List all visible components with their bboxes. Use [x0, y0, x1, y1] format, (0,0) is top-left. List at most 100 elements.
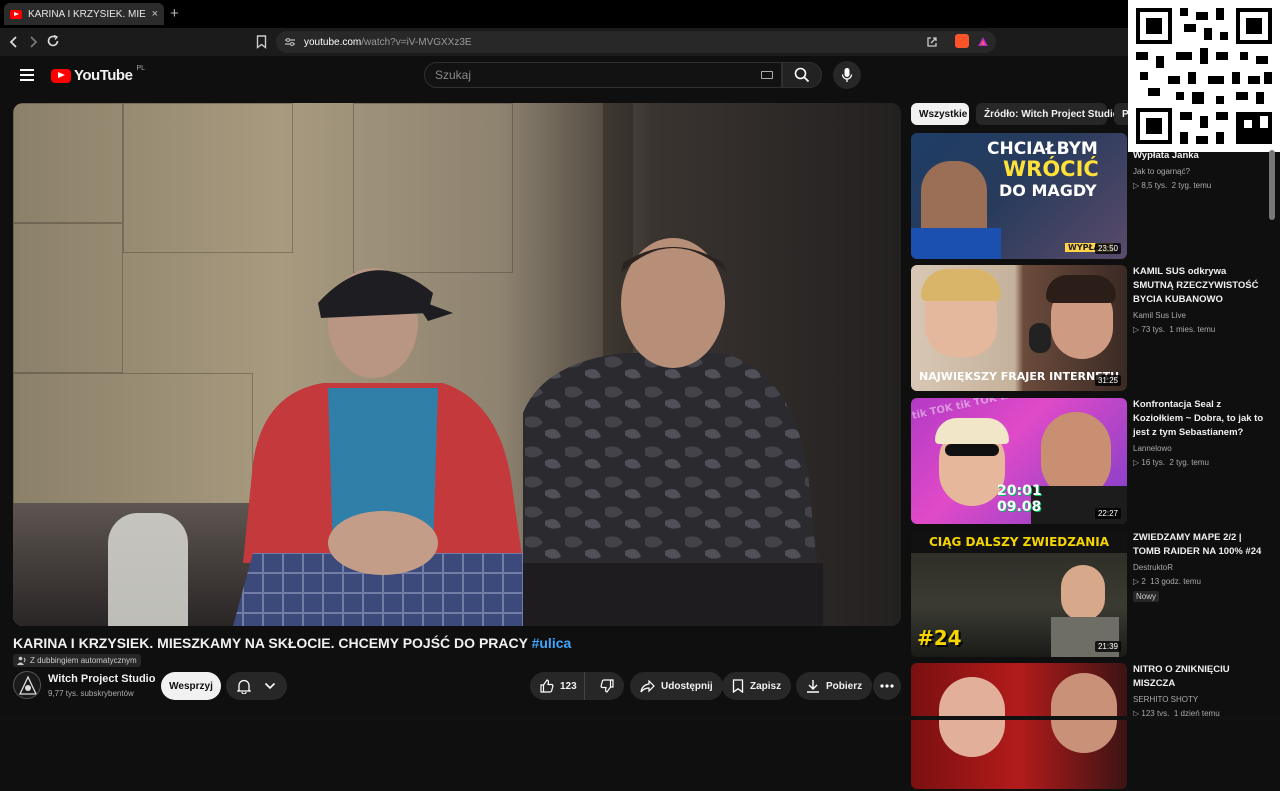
recommendation-title[interactable]: KAMIL SUS odkrywa SMUTNĄ RZECZYWISTOŚĆ B…: [1133, 265, 1265, 307]
duration-badge: 31:25: [1094, 375, 1121, 386]
video-thumbnail[interactable]: [911, 663, 1127, 789]
dubbing-badge[interactable]: Z dubbingiem automatycznym: [13, 654, 141, 667]
chevron-down-icon: [264, 682, 276, 690]
thumbs-up-icon: [540, 679, 554, 693]
download-label: Pobierz: [826, 680, 863, 692]
tab-close-icon[interactable]: ×: [152, 8, 158, 20]
more-actions-button[interactable]: [873, 672, 901, 700]
recommendation-item[interactable]: CIĄG DALSZY ZWIEDZANIA #24 21:39 ZWIEDZA…: [911, 531, 1271, 659]
like-count: 123: [560, 680, 577, 692]
back-icon[interactable]: [8, 35, 20, 49]
recommendation-title[interactable]: ZWIEDZAMY MAPE 2/2 | TOMB RAIDER NA 100%…: [1133, 531, 1265, 559]
search-input[interactable]: Szukaj: [424, 62, 782, 88]
bookmark-icon[interactable]: [256, 35, 267, 49]
recommendation-channel[interactable]: Jak to ogarnąć?: [1133, 167, 1265, 176]
open-external-icon[interactable]: [926, 36, 938, 48]
wall-tile: [123, 103, 293, 253]
recommendation-item[interactable]: NITRO O ZNIKNIĘCIU MISZCZA SERHITO SHOTY…: [911, 663, 1271, 791]
bell-icon: [237, 679, 251, 694]
voice-search-button[interactable]: [833, 61, 861, 89]
like-button[interactable]: 123: [530, 672, 585, 700]
brave-rewards-icon[interactable]: [977, 36, 989, 47]
youtube-play-icon: [51, 68, 71, 83]
recommendation-item[interactable]: CHCIAŁBYM WRÓCIĆ DO MAGDY WYPŁATA 23:50 …: [911, 133, 1271, 261]
new-badge: Nowy: [1133, 591, 1160, 602]
youtube-logo[interactable]: YouTube PL: [51, 65, 145, 84]
forward-icon[interactable]: [27, 35, 39, 49]
recommendation-meta: NITRO O ZNIKNIĘCIU MISZCZA SERHITO SHOTY…: [1133, 663, 1265, 718]
thumb-hair: [921, 269, 1001, 301]
more-icon: [880, 684, 894, 688]
share-icon: [640, 679, 655, 692]
recommendation-channel[interactable]: DestruktoR: [1133, 563, 1265, 572]
plastic-bag: [108, 513, 188, 626]
dubbing-label: Z dubbingiem automatycznym: [30, 656, 137, 665]
subscriber-count: 9,77 tys. subskrybentów: [48, 689, 134, 698]
browser-tab[interactable]: KARINA I KRZYSIEK. MIESZKAMY NA ×: [4, 3, 164, 25]
view-count: 8,5 tys.: [1141, 181, 1168, 190]
dislike-button[interactable]: [591, 672, 624, 700]
wall-tile: [353, 103, 513, 273]
site-info-icon[interactable]: [284, 37, 296, 47]
woman-figure: [233, 268, 533, 626]
recommendation-title[interactable]: NITRO O ZNIKNIĘCIU MISZCZA: [1133, 663, 1265, 691]
address-bar[interactable]: youtube.com/watch?v=iV-MVGXXz3E: [276, 31, 996, 53]
channel-name[interactable]: Witch Project Studio: [48, 673, 155, 685]
chip-source[interactable]: Źródło: Witch Project Studio: [976, 103, 1119, 125]
mic-icon: [841, 68, 853, 82]
video-thumbnail[interactable]: tik TOK tik TOK tik 20:01 09.08 22:27: [911, 398, 1127, 524]
recommendation-title[interactable]: Konfrontacja Seal z Koziołkiem ~ Dobra, …: [1133, 398, 1265, 440]
thumb-number: #24: [917, 626, 962, 650]
save-button[interactable]: Zapisz: [722, 672, 792, 700]
thumb-face: [1061, 565, 1105, 621]
share-button[interactable]: Udostępnij: [630, 672, 723, 700]
recommendation-item[interactable]: tik TOK tik TOK tik 20:01 09.08 22:27 Ko…: [911, 398, 1271, 526]
qr-code: [1128, 0, 1280, 152]
video-thumbnail[interactable]: CIĄG DALSZY ZWIEDZANIA #24 21:39: [911, 531, 1127, 657]
video-thumbnail[interactable]: CHCIAŁBYM WRÓCIĆ DO MAGDY WYPŁATA 23:50: [911, 133, 1127, 259]
wall-tile: [13, 373, 253, 513]
new-tab-button[interactable]: +: [170, 5, 179, 22]
video-thumbnail[interactable]: NAJWIĘKSZY FRAJER INTERNETU 31:25: [911, 265, 1127, 391]
country-code: PL: [136, 65, 145, 72]
video-player[interactable]: [13, 103, 901, 626]
search-button[interactable]: [782, 62, 822, 88]
recommendation-item[interactable]: NAJWIĘKSZY FRAJER INTERNETU 31:25 KAMIL …: [911, 265, 1271, 393]
hashtag-link[interactable]: #ulica: [532, 635, 572, 651]
thumb-text-line: DO MAGDY: [999, 181, 1097, 200]
recommendation-channel[interactable]: Kamil Sus Live: [1133, 311, 1265, 320]
notification-button[interactable]: [226, 672, 287, 700]
thumb-hair: [935, 418, 1009, 444]
reload-icon[interactable]: [46, 34, 60, 48]
recommendation-stats: ▷ 73 tys. 1 mies. temu: [1133, 325, 1216, 334]
recommendation-channel[interactable]: Lannelowo: [1133, 444, 1265, 453]
view-count: 73 tys.: [1141, 325, 1165, 334]
duration-badge: 22:27: [1094, 508, 1121, 519]
qr-code-image: [1136, 8, 1272, 144]
channel-avatar[interactable]: [13, 671, 41, 699]
duration-badge: 21:39: [1094, 641, 1121, 652]
scrollbar-thumb[interactable]: [1269, 150, 1275, 220]
brave-shield-icon[interactable]: [955, 34, 969, 48]
thumb-sunglasses: [945, 444, 999, 456]
recommendation-meta: ZWIEDZAMY MAPE 2/2 | TOMB RAIDER NA 100%…: [1133, 531, 1265, 604]
chip-all[interactable]: Wszystkie: [911, 103, 969, 125]
support-button[interactable]: Wesprzyj: [161, 672, 221, 700]
thumb-time: 20:01: [997, 483, 1042, 499]
thumb-text-line: CIĄG DALSZY ZWIEDZANIA: [911, 531, 1127, 553]
thumb-mic: [1029, 323, 1051, 353]
wall-tile: [13, 103, 123, 223]
man-figure: [523, 238, 823, 626]
upload-age: 2 tyg. temu: [1169, 458, 1209, 467]
view-count: 16 tys.: [1141, 458, 1165, 467]
thumb-shirt: [911, 228, 1001, 259]
recommendation-channel[interactable]: SERHITO SHOTY: [1133, 695, 1265, 704]
view-count: 2: [1141, 577, 1146, 586]
keyboard-icon[interactable]: [761, 71, 773, 79]
download-button[interactable]: Pobierz: [796, 672, 873, 700]
recommendation-stats: ▷ 16 tys. 2 tyg. temu: [1133, 458, 1209, 467]
youtube-wordmark: YouTube: [74, 67, 133, 84]
download-icon: [807, 680, 819, 693]
menu-icon[interactable]: [20, 69, 34, 81]
url-text: youtube.com/watch?v=iV-MVGXXz3E: [304, 37, 472, 48]
